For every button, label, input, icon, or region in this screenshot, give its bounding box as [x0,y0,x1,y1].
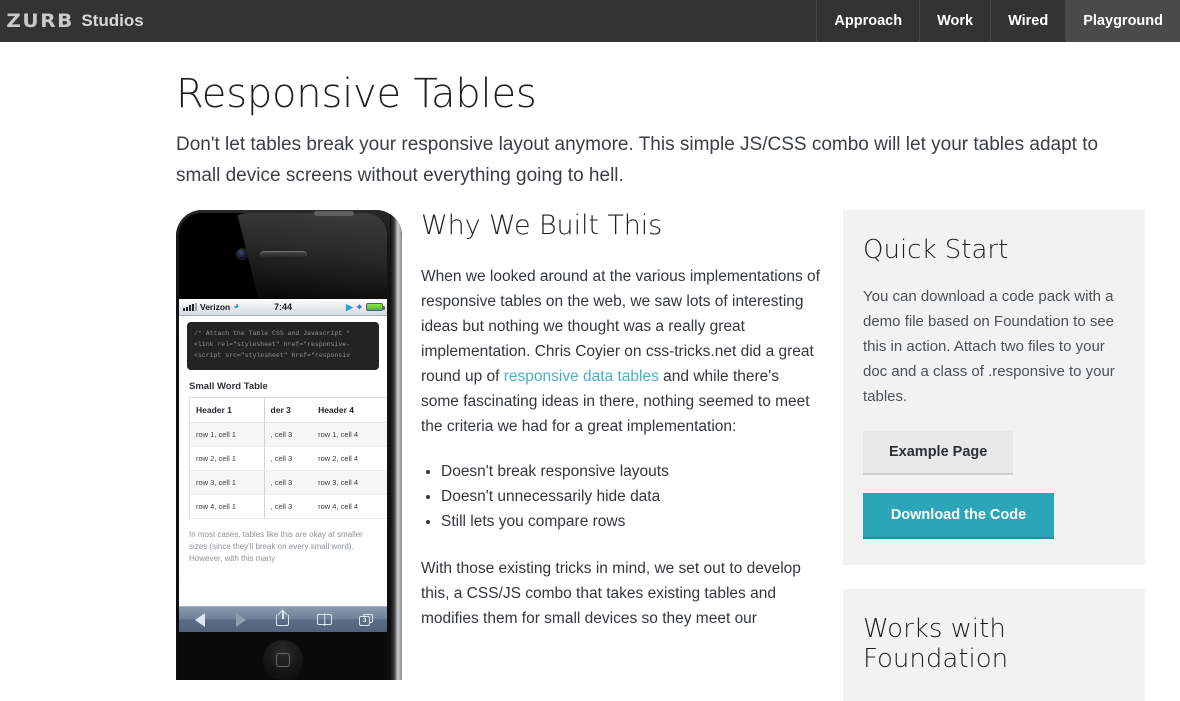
status-bar-time: 7:44 [273,302,292,312]
top-navigation-bar: ZURB Studios Approach Work Wired Playgro… [0,0,1180,42]
table-row: row 3, cell 1 , cell 3 row 3, cell 4 row… [189,470,387,495]
responsive-data-tables-link[interactable]: responsive data tables [504,368,659,385]
table-cell: , cell 3 [264,446,313,471]
back-arrow-icon [194,612,205,627]
table-cell: row 2, cell 4 [312,446,386,471]
bookmarks-button[interactable] [312,611,338,629]
mini-responsive-table: Header 1 der 3 Header 4 Head row 1, cell… [189,397,387,519]
share-icon [276,609,290,626]
forward-arrow-icon [236,612,247,627]
list-item: Still lets you compare rows [441,509,821,534]
brand-name: Studios [81,11,144,30]
nav-item-wired[interactable]: Wired [990,0,1065,42]
criteria-list: Doesn't break responsive layouts Doesn't… [421,459,821,534]
tabs-button[interactable]: 3 [353,611,379,629]
table-cell: row 1, cell 1 [189,422,265,447]
screen-fade-overlay [179,580,387,606]
tabs-icon: 3 [359,613,374,626]
table-cell: row 3, cell 4 [312,470,386,495]
phone-top-slot [314,211,354,216]
quick-start-title: Quick Start [863,235,1009,265]
phone-bottom-bezel [179,632,387,680]
phone-webpage-content: /* Attach the Table CSS and Javascript *… [179,316,387,606]
page-content: Responsive Tables Don't let tables break… [0,42,1180,701]
iphone-mockup: Verizon ◕ 7:44 ▶ ⌖ /* Attach the Table C… [176,210,402,680]
table-cell: , cell 3 [264,494,313,519]
table-row: row 1, cell 1 , cell 3 row 1, cell 4 row… [189,422,387,447]
code-line: <script src="stylesheet" href="responsiv [194,352,351,359]
list-item: Doesn't unnecessarily hide data [441,484,821,509]
forward-button[interactable] [228,611,254,629]
example-page-button[interactable]: Example Page [863,430,1014,475]
nav-item-approach[interactable]: Approach [816,0,919,42]
phone-illustration-column: Verizon ◕ 7:44 ▶ ⌖ /* Attach the Table C… [176,210,402,680]
share-button[interactable] [270,609,296,629]
quick-start-body: You can download a code pack with a demo… [863,287,1115,405]
table-cell: row 4, cell 4 [312,494,386,519]
front-camera-icon [237,249,247,259]
safari-toolbar: 3 [179,606,387,632]
table-cell: row 3, c [385,470,387,495]
battery-icon [366,303,385,311]
section-heading-why-we-built-this: Why We Built This [421,210,663,241]
phone-chrome-edge [390,210,402,680]
code-snippet-block: /* Attach the Table CSS and Javascript *… [187,322,379,370]
back-button[interactable] [187,611,213,629]
site-logo[interactable]: ZURB Studios [0,0,144,42]
mini-table-title: Small Word Table [189,381,268,392]
intro-paragraph: When we looked around at the various imp… [421,264,821,439]
table-cell: row 3, cell 1 [189,470,265,495]
table-header-cell: Header 1 [189,397,265,423]
page-subtitle: Don't let tables break your responsive l… [176,134,1099,186]
list-item: Doesn't break responsive layouts [441,459,821,484]
closing-paragraph: With those existing tricks in mind, we s… [421,560,801,628]
table-cell: , cell 3 [264,422,313,447]
ios-status-bar: Verizon ◕ 7:44 ▶ ⌖ [179,299,387,316]
main-text-column: Why We Built This When we looked around … [421,210,821,631]
hero-section: Responsive Tables Don't let tables break… [176,72,1121,191]
table-header-cell: Head [385,397,387,423]
code-line: <link rel="stylesheet" href="responsive- [194,341,351,348]
table-header-cell: Header 4 [312,397,386,423]
table-header-row: Header 1 der 3 Header 4 Head [189,397,387,423]
home-square-icon [276,653,290,667]
nav-item-work[interactable]: Work [919,0,990,42]
table-cell: , cell 3 [264,470,313,495]
book-icon [317,614,333,625]
download-the-code-button[interactable]: Download the Code [863,492,1054,539]
tab-count: 3 [359,615,371,626]
brand-mark: ZURB [6,10,74,32]
sidebar-column: Quick Start You can download a code pack… [843,210,1145,701]
table-row: row 4, cell 1 , cell 3 row 4, cell 4 row… [189,494,387,519]
works-with-foundation-panel: Works with Foundation [843,588,1145,701]
table-cell: row 1, cell 4 [312,422,386,447]
nav-item-playground[interactable]: Playground [1065,0,1180,42]
main-nav: Approach Work Wired Playground [816,0,1180,42]
table-header-cell: der 3 [264,397,313,423]
home-button[interactable] [263,640,303,680]
page-title: Responsive Tables [176,71,537,117]
phone-top-glass [179,213,387,299]
table-cell: row 2, cell 1 [189,446,265,471]
table-cell: row 4, cell 1 [189,494,265,519]
earpiece-speaker [260,251,307,259]
content-columns: Verizon ◕ 7:44 ▶ ⌖ /* Attach the Table C… [0,210,1180,701]
mini-table-note: In most cases, tables like this are okay… [189,530,363,563]
code-line: /* Attach the Table CSS and Javascript * [194,330,351,337]
table-cell: row 4, c [385,494,387,519]
table-cell: row 2, c [385,446,387,471]
table-cell: row 1, c [385,422,387,447]
quick-start-panel: Quick Start You can download a code pack… [843,210,1145,565]
table-row: row 2, cell 1 , cell 3 row 2, cell 4 row… [189,446,387,471]
